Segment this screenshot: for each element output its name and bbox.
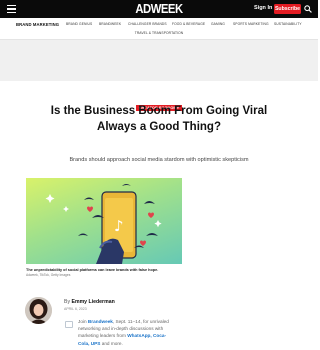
byline-prefix: By bbox=[64, 299, 72, 305]
hero-image: ♪ bbox=[26, 178, 182, 264]
nav-item-sports-marketing[interactable]: Sports Marketing bbox=[233, 22, 269, 26]
author-portrait bbox=[25, 297, 52, 324]
promo-tail: and more. bbox=[100, 340, 123, 346]
search-icon[interactable] bbox=[304, 5, 312, 13]
image-caption: The unpredictability of social platforms… bbox=[26, 268, 159, 272]
author-avatar[interactable] bbox=[25, 297, 52, 324]
nav-item-food-beverage[interactable]: Food & Beverage bbox=[172, 22, 205, 26]
top-bar: ADWEEK Sign In Subscribe bbox=[0, 0, 318, 18]
sign-in-link[interactable]: Sign In bbox=[254, 5, 272, 11]
nav-item-sustainability[interactable]: Sustainability bbox=[274, 22, 302, 26]
article-headline: Is the Business Boom From Going Viral Al… bbox=[50, 105, 268, 133]
article-dek: Brands should approach social media star… bbox=[69, 157, 249, 163]
author-name-link[interactable]: Emmy Liederman bbox=[72, 299, 115, 305]
image-credit: Adweek, TikTok, Getty Images bbox=[26, 273, 71, 277]
nav-item-travel-transportation[interactable]: TRAVEL & TRANSPORTATION bbox=[0, 31, 318, 35]
publish-date: APRIL 6, 2023 bbox=[64, 307, 87, 311]
subscribe-button[interactable]: Subscribe bbox=[274, 4, 301, 14]
brandweek-link[interactable]: Brandweek bbox=[88, 319, 113, 324]
nav-item-challenger-brands[interactable]: Challenger Brands bbox=[128, 22, 167, 26]
nav-item-gaming[interactable]: Gaming bbox=[211, 22, 225, 26]
svg-text:♪: ♪ bbox=[114, 217, 124, 235]
promo-lead: Join bbox=[78, 319, 88, 324]
tiktok-phone-illustration: ♪ bbox=[45, 184, 162, 264]
hamburger-menu-icon[interactable] bbox=[7, 5, 16, 13]
nav-brand-marketing[interactable]: BRAND MARKETING bbox=[16, 22, 59, 27]
ad-placeholder bbox=[0, 40, 318, 81]
byline: By Emmy Liederman bbox=[64, 299, 115, 305]
calendar-icon bbox=[65, 321, 73, 328]
category-nav: BRAND MARKETING Brand Genius Brandweek C… bbox=[0, 18, 318, 40]
brandweek-promo: Join Brandweek, Sept. 11–14, for unrival… bbox=[78, 318, 174, 347]
nav-item-brandweek[interactable]: Brandweek bbox=[99, 22, 121, 26]
nav-item-brand-genius[interactable]: Brand Genius bbox=[66, 22, 92, 26]
